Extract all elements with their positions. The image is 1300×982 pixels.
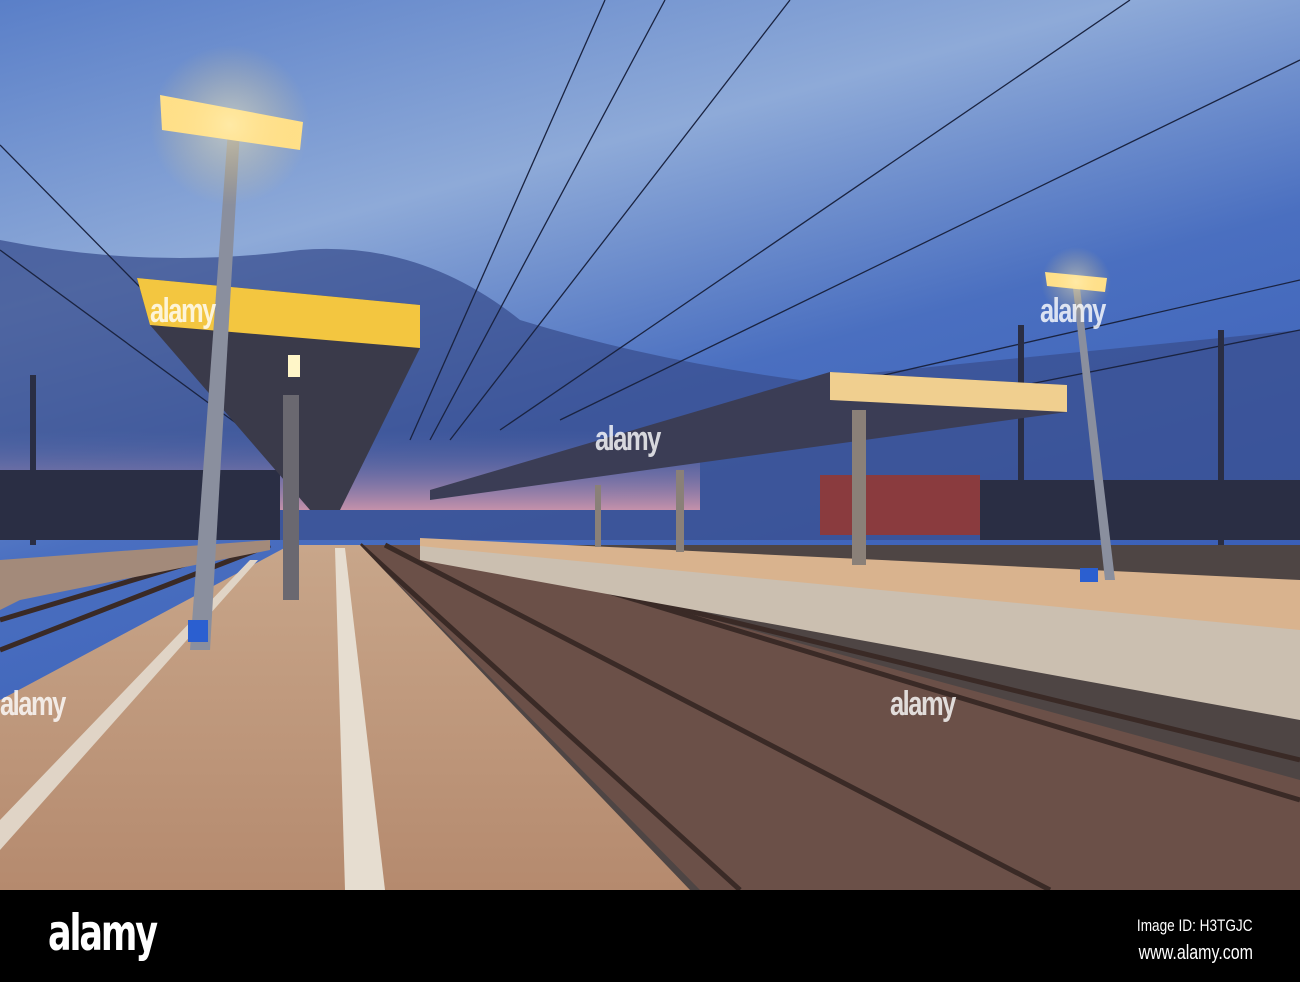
alamy-logo: alamy — [48, 904, 158, 962]
site-url[interactable]: www.alamy.com — [1139, 942, 1253, 965]
watermark: alamy — [595, 420, 661, 458]
image-id: Image ID: H3TGJC — [1137, 916, 1253, 935]
watermark: alamy — [150, 292, 216, 330]
watermark: alamy — [1040, 292, 1106, 330]
watermark: alamy — [890, 685, 956, 723]
watermark: alamy — [0, 685, 66, 723]
footer-bar: alamy Image ID: H3TGJC www.alamy.com — [0, 890, 1300, 982]
